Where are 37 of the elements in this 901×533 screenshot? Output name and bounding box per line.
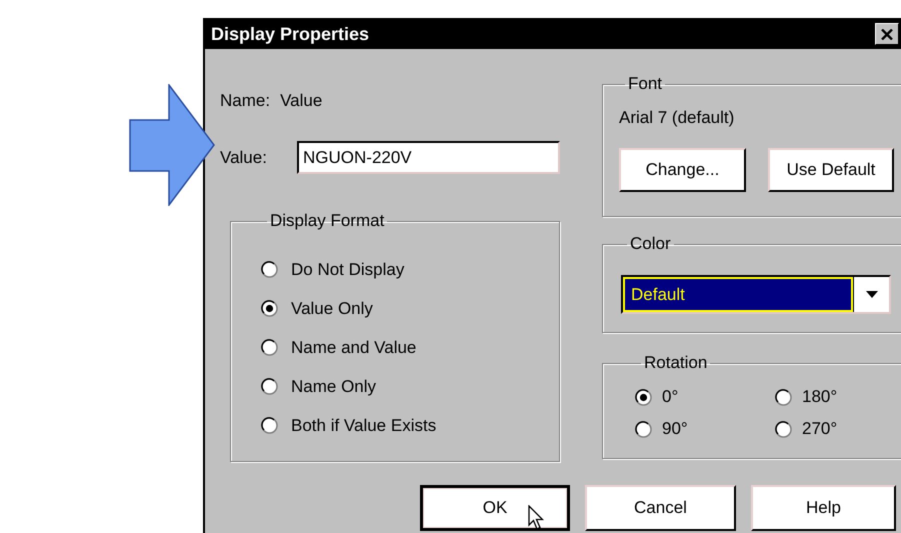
group-title: Color (629, 234, 672, 254)
radio-button[interactable] (261, 378, 278, 395)
close-button[interactable] (875, 23, 899, 45)
radio-label[interactable]: Value Only (291, 298, 373, 318)
radio-button[interactable] (775, 420, 792, 438)
name-label: Name: (220, 91, 270, 111)
font-name: Arial 7 (default) (619, 108, 736, 128)
radio-label[interactable]: Name Only (291, 376, 376, 396)
window-title: Display Properties (211, 24, 370, 44)
close-icon (881, 28, 893, 40)
radio-button[interactable] (775, 388, 792, 406)
font-button[interactable]: Change... (619, 148, 746, 192)
radio-button[interactable] (261, 339, 278, 356)
name-value: Value (280, 91, 322, 111)
radio-label[interactable]: 0° (662, 387, 678, 407)
value-field[interactable]: NGUON-220V (297, 141, 560, 174)
dialog-button[interactable]: OK (420, 485, 570, 531)
radio-button[interactable] (261, 261, 278, 278)
group-title: Display Format (269, 211, 386, 231)
dialog-button[interactable]: Cancel (585, 485, 736, 531)
value-label: Value: (220, 148, 268, 168)
radio-label[interactable]: Do Not Display (291, 260, 404, 280)
radio-label[interactable]: 180° (802, 387, 838, 407)
group-title: Font (627, 74, 664, 94)
font-button[interactable]: Use Default (768, 148, 894, 192)
radio-button[interactable] (261, 417, 278, 434)
radio-label[interactable]: Name and Value (291, 338, 416, 358)
radio-label[interactable]: 270° (802, 419, 838, 439)
radio-button[interactable] (261, 300, 278, 317)
radio-button[interactable] (635, 420, 652, 438)
group-title: Rotation (643, 353, 708, 373)
radio-button[interactable] (635, 388, 652, 406)
dialog-button[interactable]: Help (751, 485, 896, 531)
color-dropdown[interactable]: Default (621, 275, 891, 314)
dropdown-icon[interactable] (853, 277, 889, 312)
radio-label[interactable]: 90° (662, 419, 688, 439)
radio-label[interactable]: Both if Value Exists (291, 416, 436, 436)
